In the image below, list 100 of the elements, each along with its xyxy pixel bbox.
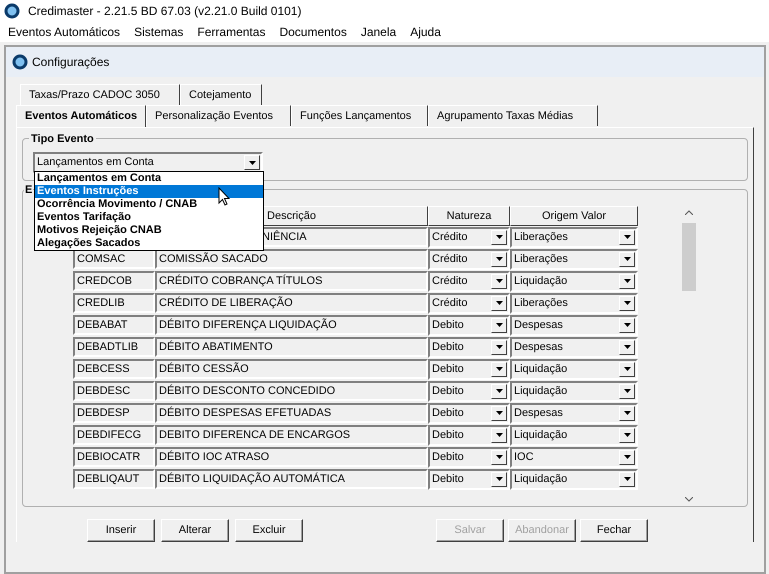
table-cell: DÉBITO IOC ATRASO <box>155 447 428 467</box>
menu-item[interactable]: Documentos <box>279 23 347 41</box>
menu-item[interactable]: Eventos Automáticos <box>8 23 120 41</box>
menu-item[interactable]: Janela <box>360 23 396 41</box>
window-logo-icon <box>12 54 28 70</box>
window-title: Credimaster - 2.21.5 BD 67.03 (v2.21.0 Build 0101) <box>28 3 302 20</box>
table-cell: DEBIOCATR <box>73 447 155 467</box>
table-cell: COMISSÃO SACADO <box>155 249 428 269</box>
caret-icon <box>624 323 630 327</box>
caret-icon <box>496 323 502 327</box>
tab[interactable]: Personalização Eventos <box>146 105 291 126</box>
dropdown-field[interactable]: Liquidação <box>510 270 638 292</box>
caret-icon <box>496 257 502 261</box>
caret-icon <box>496 477 502 481</box>
dropdown-field[interactable]: Debito <box>428 446 510 468</box>
dropdown-field[interactable]: Debito <box>428 380 510 402</box>
table-cell: DÉBITO DESPESAS EFETUADAS <box>155 403 428 423</box>
table-cell: DEBDESP <box>73 403 155 423</box>
scroll-up-icon[interactable] <box>685 210 693 215</box>
table-cell: DÉBITO DESCONTO CONCEDIDO <box>155 381 428 401</box>
dropdown-field[interactable]: Debito <box>428 424 510 446</box>
table-cell: DÉBITO DIFERENÇA LIQUIDAÇÃO <box>155 315 428 335</box>
menu-item[interactable]: Sistemas <box>134 23 184 41</box>
caret-icon <box>624 235 630 239</box>
table-cell: DEBDIFECG <box>73 425 155 445</box>
dropdown-field[interactable]: Despesas <box>510 314 638 336</box>
table-cell: DEBADTLIB <box>73 337 155 357</box>
table-cell: CRÉDITO DE LIBERAÇÃO <box>155 293 428 313</box>
caret-icon <box>624 301 630 305</box>
scroll-down-icon[interactable] <box>685 497 693 502</box>
group-label: Tipo Evento <box>29 131 96 148</box>
caret-icon <box>624 477 630 481</box>
dropdown-field[interactable]: Despesas <box>510 336 638 358</box>
caret-icon <box>624 455 630 459</box>
caret-icon <box>496 345 502 349</box>
mouse-pointer-icon <box>218 187 230 206</box>
table-cell: CREDCOB <box>73 271 155 291</box>
table-cell: CREDLIB <box>73 293 155 313</box>
menu-item[interactable]: Ferramentas <box>197 23 266 41</box>
dropdown-field[interactable]: Despesas <box>510 402 638 424</box>
column-header[interactable]: Natureza <box>428 206 510 226</box>
caret-icon <box>496 279 502 283</box>
dropdown-field[interactable]: Debito <box>428 314 510 336</box>
dropdown-field[interactable]: Debito <box>428 358 510 380</box>
table-cell: COMSAC <box>73 249 155 269</box>
dropdown-field[interactable]: Debito <box>428 336 510 358</box>
caret-icon <box>624 367 630 371</box>
table-cell: DEBDESC <box>73 381 155 401</box>
tab[interactable]: Funções Lançamentos <box>291 105 428 126</box>
caret-icon <box>624 389 630 393</box>
dropdown-field[interactable]: Liquidação <box>510 424 638 446</box>
caret-icon <box>624 411 630 415</box>
caret-icon <box>496 389 502 393</box>
caret-icon <box>496 367 502 371</box>
dropdown-field[interactable]: Lançamentos em Conta <box>33 152 263 173</box>
caret-icon <box>496 301 502 305</box>
dropdown-field[interactable]: Liberações <box>510 226 638 248</box>
dropdown-field[interactable]: Liquidação <box>510 468 638 490</box>
action-button[interactable]: Excluir <box>235 519 303 542</box>
action-button[interactable]: Inserir <box>87 519 155 542</box>
dropdown-option[interactable]: Eventos Instruções <box>35 185 263 198</box>
tab[interactable]: Cotejamento <box>180 84 262 105</box>
tab[interactable]: Taxas/Prazo CADOC 3050 <box>20 84 180 105</box>
dropdown-field[interactable]: Liquidação <box>510 380 638 402</box>
dropdown-field[interactable]: Debito <box>428 468 510 490</box>
dropdown-option[interactable]: Lançamentos em Conta <box>35 172 263 185</box>
child-window-title: Configurações <box>32 54 110 71</box>
dropdown-field[interactable]: Crédito <box>428 270 510 292</box>
caret-icon <box>496 411 502 415</box>
table-cell: DÉBITO CESSÃO <box>155 359 428 379</box>
app-logo-icon <box>4 3 20 19</box>
dropdown-field[interactable]: Crédito <box>428 226 510 248</box>
tab[interactable]: Eventos Automáticos <box>16 105 146 127</box>
table-cell: DEBABAT <box>73 315 155 335</box>
table-cell: CRÉDITO COBRANÇA TÍTULOS <box>155 271 428 291</box>
scroll-thumb[interactable] <box>682 223 696 291</box>
caret-icon <box>624 257 630 261</box>
dropdown-field[interactable]: Crédito <box>428 248 510 270</box>
caret-icon <box>248 160 256 164</box>
dropdown-field[interactable]: Debito <box>428 402 510 424</box>
action-button[interactable]: Fechar <box>580 519 648 542</box>
caret-icon <box>496 455 502 459</box>
dropdown-field[interactable]: Liquidação <box>510 358 638 380</box>
caret-icon <box>624 345 630 349</box>
action-button[interactable]: Alterar <box>161 519 229 542</box>
table-cell: DÉBITO ABATIMENTO <box>155 337 428 357</box>
table-cell: DÉBITO LIQUIDAÇÃO AUTOMÁTICA <box>155 469 428 489</box>
dropdown-field[interactable]: IOC <box>510 446 638 468</box>
caret-icon <box>624 279 630 283</box>
table-cell: DEBCESS <box>73 359 155 379</box>
caret-icon <box>496 235 502 239</box>
dropdown-field[interactable]: Liberações <box>510 292 638 314</box>
tab[interactable]: Agrupamento Taxas Médias <box>428 105 598 126</box>
table-cell: DEBLIQAUT <box>73 469 155 489</box>
dropdown-field[interactable]: Liberações <box>510 248 638 270</box>
dropdown-field[interactable]: Crédito <box>428 292 510 314</box>
caret-icon <box>624 433 630 437</box>
table-cell: DEBITO DIFERENCA DE ENCARGOS <box>155 425 428 445</box>
menu-item[interactable]: Ajuda <box>410 23 441 41</box>
column-header[interactable]: Origem Valor <box>510 206 638 226</box>
